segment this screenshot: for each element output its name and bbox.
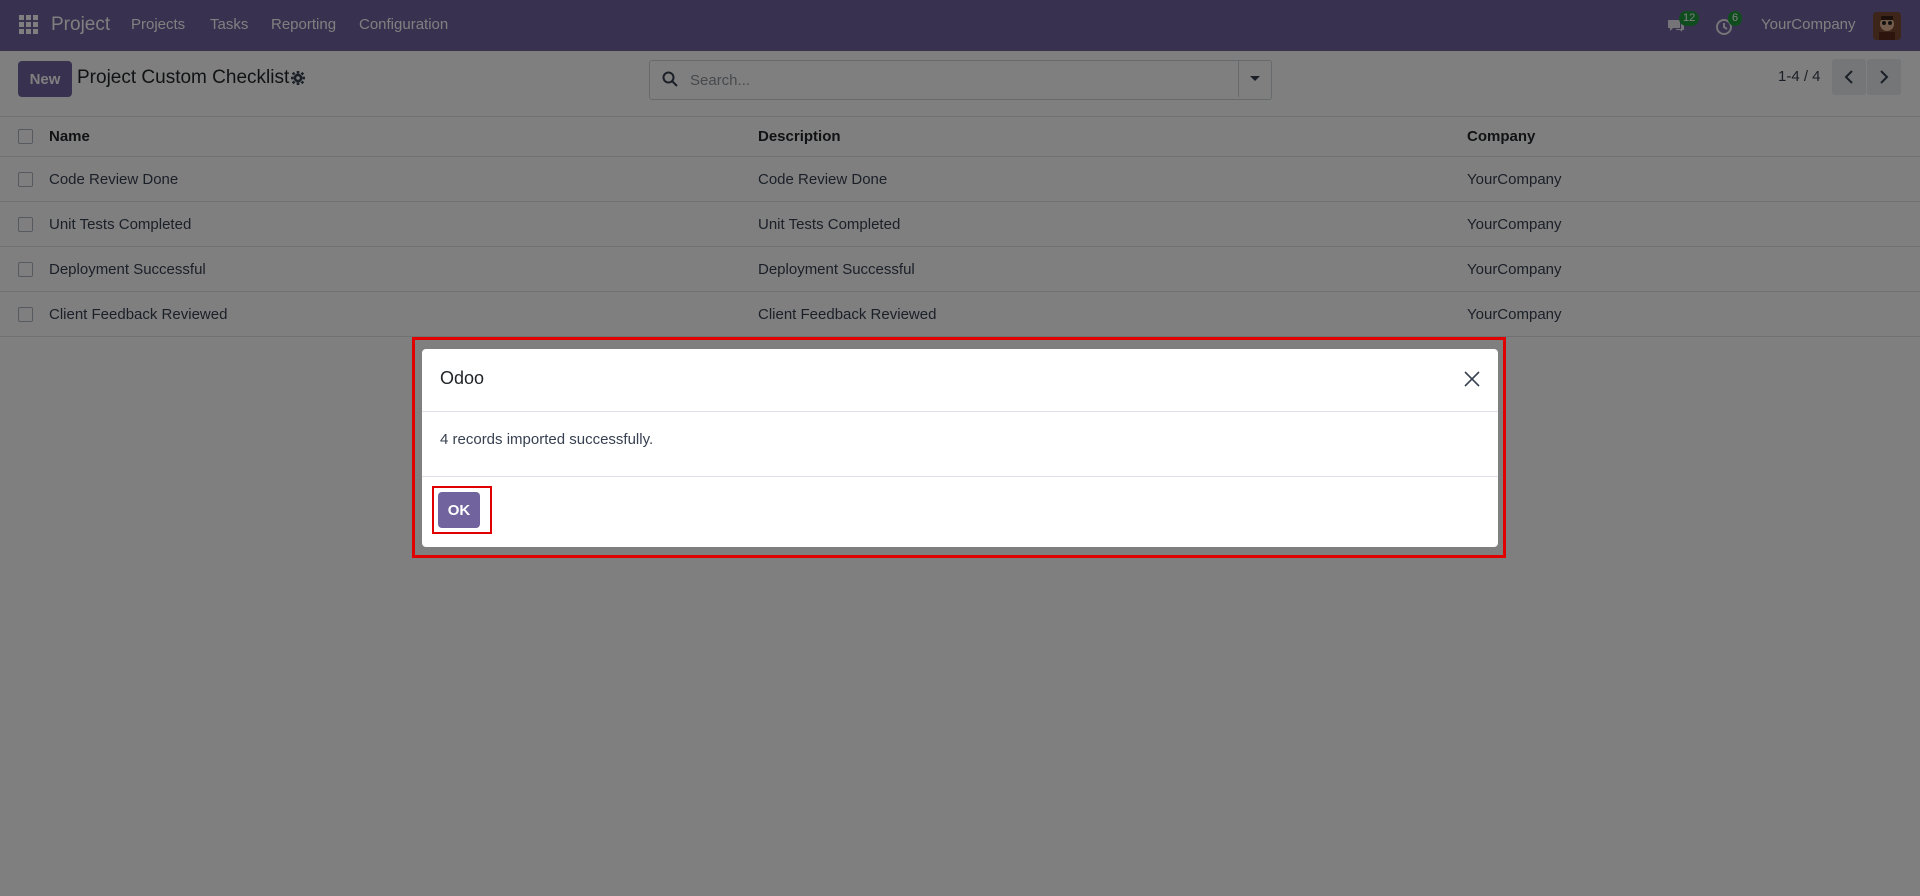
ok-button[interactable]: OK bbox=[438, 492, 480, 528]
dialog-header: Odoo bbox=[422, 349, 1498, 412]
close-icon[interactable] bbox=[1462, 369, 1482, 389]
dialog-message: 4 records imported successfully. bbox=[440, 431, 654, 448]
dialog-title: Odoo bbox=[440, 368, 485, 388]
import-result-dialog: Odoo 4 records imported successfully. OK bbox=[422, 349, 1498, 547]
dialog-footer: OK bbox=[422, 476, 1498, 547]
